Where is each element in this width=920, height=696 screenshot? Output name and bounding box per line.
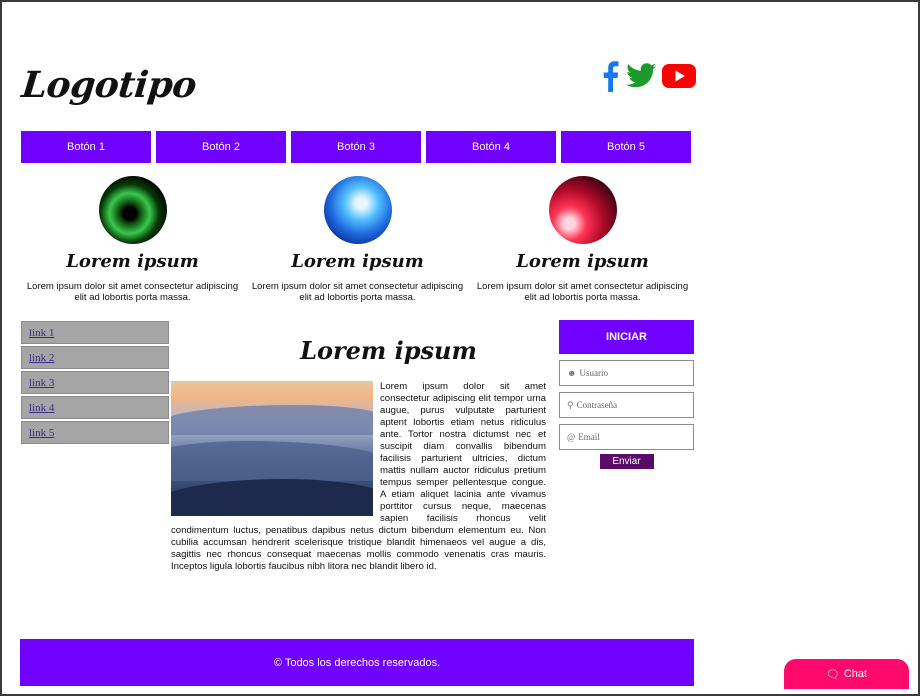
feature-title: Lorem ipsum: [66, 251, 199, 272]
sidebar-link-5[interactable]: link 5: [21, 421, 169, 444]
login-form: INICIAR ☻ Usuario ⚲ Contraseña @ Email E…: [559, 320, 694, 469]
footer: © Todos los derechos reservados.: [20, 639, 694, 686]
youtube-icon[interactable]: [662, 63, 696, 89]
sidebar: link 1 link 2 link 3 link 4 link 5: [21, 321, 169, 446]
password-placeholder: Contraseña: [576, 400, 618, 410]
landscape-image: [171, 381, 373, 516]
username-placeholder: Usuario: [579, 368, 608, 378]
logo[interactable]: Logotipo: [20, 64, 198, 106]
social-links: [600, 60, 696, 92]
sidebar-link-4[interactable]: link 4: [21, 396, 169, 419]
feature-text: Lorem ipsum dolor sit amet consectetur a…: [476, 281, 689, 303]
feature-card: Lorem ipsum Lorem ipsum dolor sit amet c…: [20, 176, 245, 303]
feature-card: Lorem ipsum Lorem ipsum dolor sit amet c…: [470, 176, 695, 303]
nav-button-5[interactable]: Botón 5: [561, 131, 691, 163]
chat-icon: 🗨: [825, 668, 840, 681]
sidebar-link-2[interactable]: link 2: [21, 346, 169, 369]
email-field[interactable]: @ Email: [559, 424, 694, 450]
sidebar-link-3[interactable]: link 3: [21, 371, 169, 394]
feature-title: Lorem ipsum: [516, 251, 649, 272]
login-title: INICIAR: [559, 320, 694, 354]
feature-text: Lorem ipsum dolor sit amet consectetur a…: [251, 281, 464, 303]
email-placeholder: Email: [578, 432, 600, 442]
features-row: Lorem ipsum Lorem ipsum dolor sit amet c…: [20, 176, 695, 303]
password-field[interactable]: ⚲ Contraseña: [559, 392, 694, 418]
facebook-icon[interactable]: [600, 60, 620, 92]
main-title: Lorem ipsum: [300, 336, 477, 365]
chat-button[interactable]: 🗨 Chat: [784, 659, 909, 689]
user-icon: ☻: [567, 368, 577, 378]
submit-button[interactable]: Enviar: [599, 454, 654, 469]
feature-image: [98, 176, 167, 244]
feature-image: [323, 176, 392, 244]
sidebar-link-1[interactable]: link 1: [21, 321, 169, 344]
feature-card: Lorem ipsum Lorem ipsum dolor sit amet c…: [245, 176, 470, 303]
chat-label: Chat: [843, 668, 868, 680]
feature-text: Lorem ipsum dolor sit amet consectetur a…: [26, 281, 239, 303]
nav-button-1[interactable]: Botón 1: [21, 131, 151, 163]
at-icon: @: [567, 432, 576, 442]
twitter-icon[interactable]: [626, 63, 656, 89]
main-content: Lorem ipsum Lorem ipsum dolor sit amet c…: [171, 336, 546, 573]
key-icon: ⚲: [567, 399, 574, 410]
feature-title: Lorem ipsum: [291, 251, 424, 272]
nav-button-2[interactable]: Botón 2: [156, 131, 286, 163]
footer-text: © Todos los derechos reservados.: [273, 656, 441, 669]
nav-button-3[interactable]: Botón 3: [291, 131, 421, 163]
main-nav: Botón 1 Botón 2 Botón 3 Botón 4 Botón 5: [21, 131, 691, 163]
username-field[interactable]: ☻ Usuario: [559, 360, 694, 386]
nav-button-4[interactable]: Botón 4: [426, 131, 556, 163]
feature-image: [548, 176, 617, 244]
